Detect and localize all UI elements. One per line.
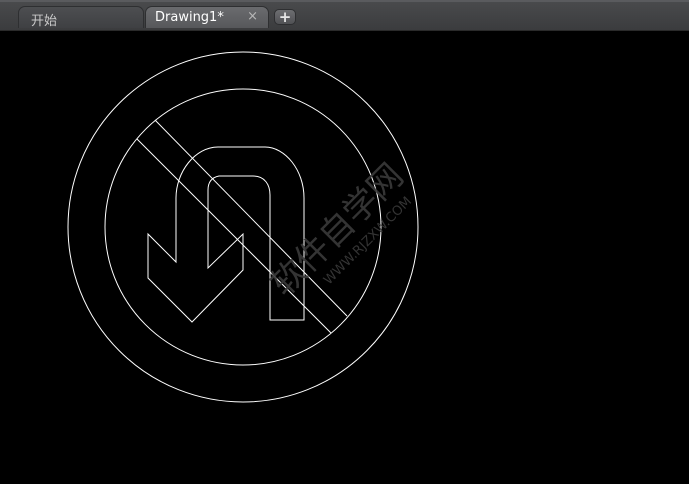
plus-icon: + bbox=[278, 8, 292, 26]
tab-bar-top-border bbox=[0, 0, 689, 2]
new-tab-button[interactable]: + bbox=[274, 8, 296, 26]
tab-start[interactable]: 开始 bbox=[18, 6, 144, 29]
watermark-layer: 软件自学网 WWW.RJZXW.COM bbox=[263, 156, 415, 304]
file-tab-bar: 开始 Drawing1* × + bbox=[0, 0, 689, 31]
close-icon[interactable]: × bbox=[247, 9, 258, 25]
tab-drawing1[interactable]: Drawing1* × bbox=[145, 6, 269, 28]
tab-start-label: 开始 bbox=[31, 14, 58, 29]
tab-drawing1-label: Drawing1* bbox=[155, 10, 224, 25]
drawing-canvas[interactable]: 软件自学网 WWW.RJZXW.COM bbox=[0, 31, 689, 484]
cad-application-window: 开始 Drawing1* × + 软件自学网 WWW.RJZXW.COM bbox=[0, 0, 689, 484]
